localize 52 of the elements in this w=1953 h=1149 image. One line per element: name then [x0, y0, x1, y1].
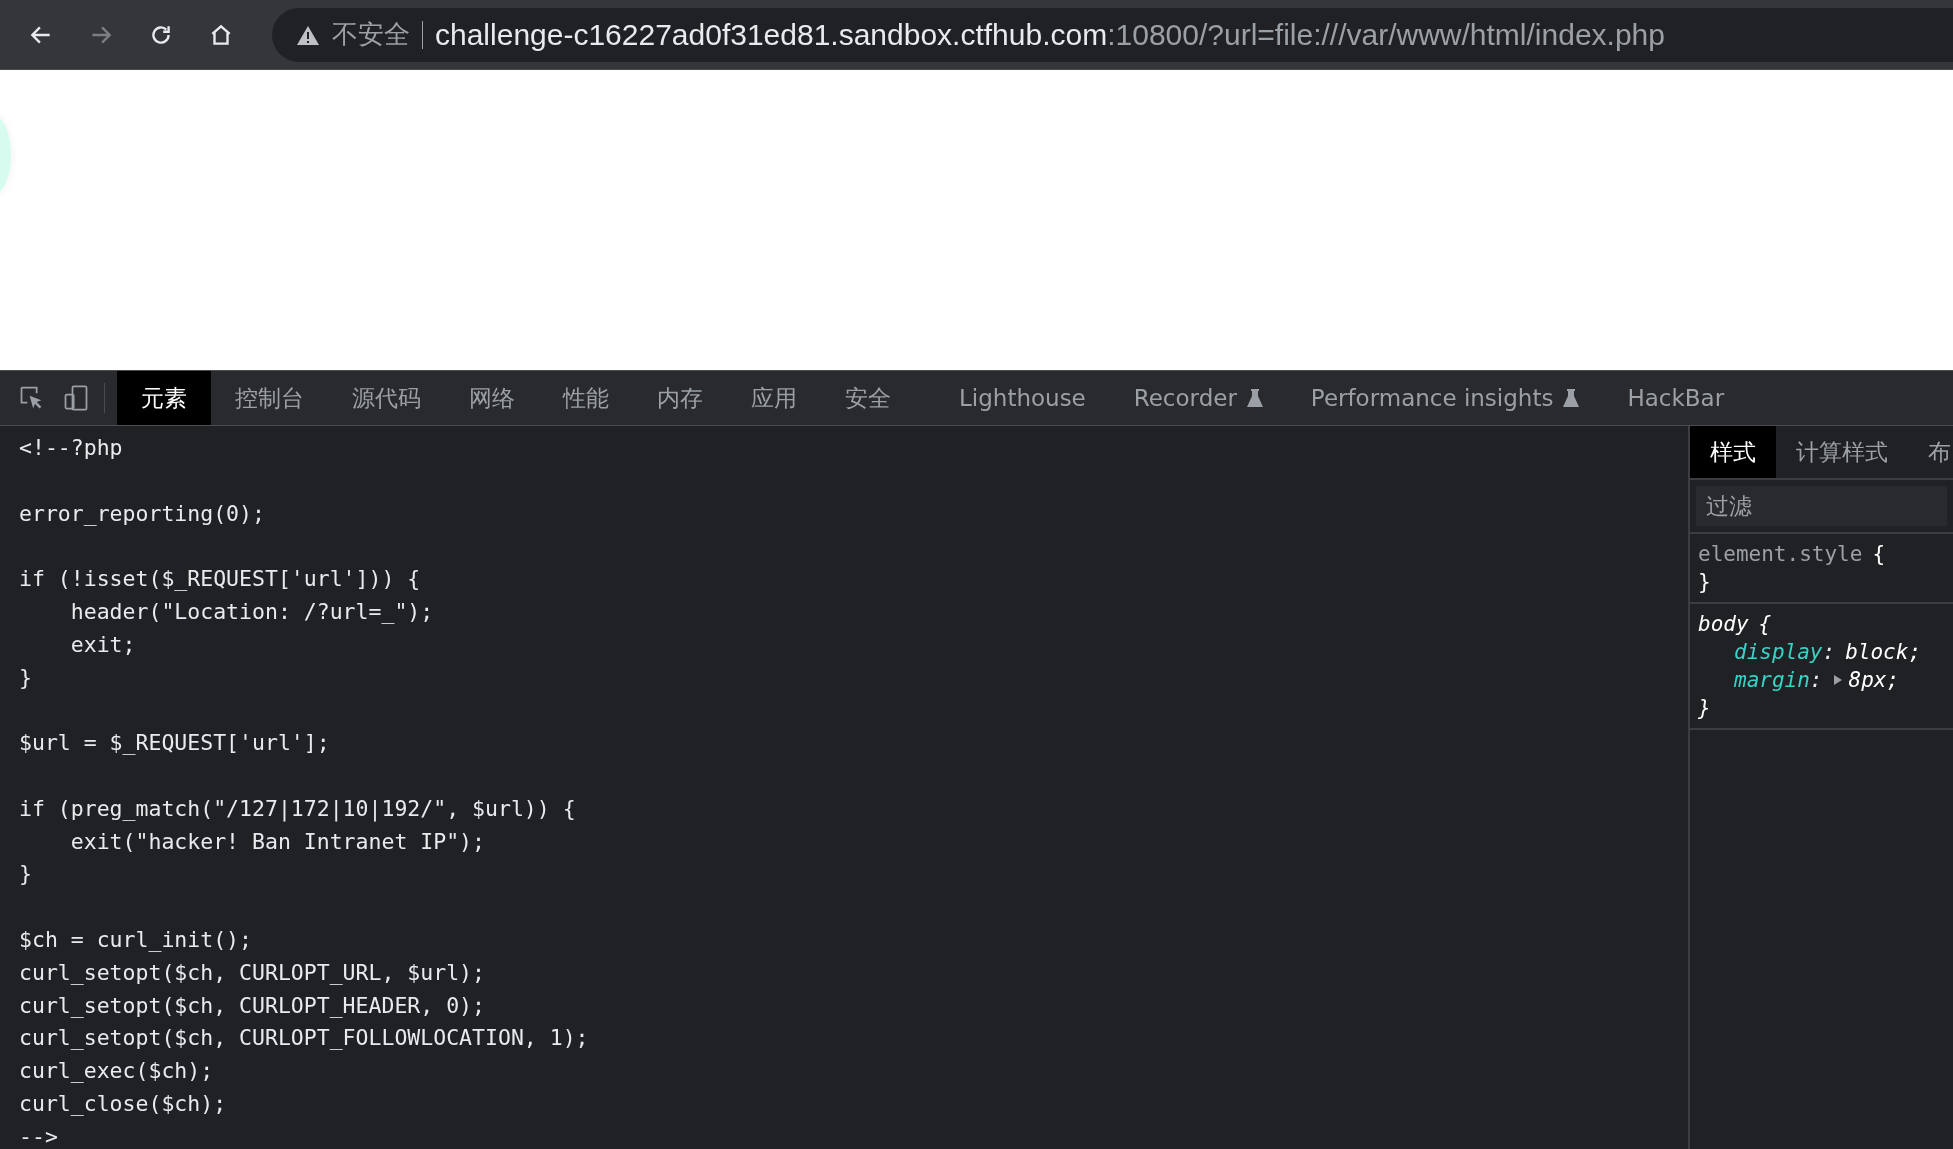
devtools-tab[interactable]: 源代码 — [328, 371, 445, 425]
close-brace: } — [1698, 695, 1711, 722]
code-line: error_reporting(0); — [19, 499, 265, 528]
devtools-tab[interactable]: 安全 — [821, 371, 915, 425]
code-line: --> — [19, 1122, 58, 1149]
security-label: 不安全 — [332, 18, 410, 51]
devtools-tab[interactable]: 控制台 — [211, 371, 328, 425]
close-brace: } — [1698, 569, 1711, 596]
devtools-tab[interactable]: Recorder — [1109, 371, 1287, 425]
code-line: exit("hacker! Ban Intranet IP"); — [69, 827, 485, 856]
filter-field[interactable]: 过滤 — [1696, 486, 1947, 526]
css-selector: body — [1698, 611, 1749, 638]
address-bar[interactable]: 不安全 challenge-c16227ad0f31ed81.sandbox.ctfhub.com:10800/?url=file:///var/www/html/index.php — [272, 7, 1953, 62]
code-line: } — [19, 860, 32, 889]
devtools-tab[interactable]: 性能 — [539, 371, 633, 425]
code-line: exit; — [69, 630, 136, 659]
colon: : — [1809, 667, 1823, 694]
code-line: <!--?php — [19, 434, 123, 462]
url-text: challenge-c16227ad0f31ed81.sandbox.ctfhub.com:10800/?url=file:///var/www/html/index.php — [435, 17, 1665, 52]
css-selector: element.style — [1698, 541, 1863, 568]
css-property-value: block; — [1845, 639, 1922, 666]
css-property-name: display — [1734, 639, 1823, 666]
code-line: if (preg_match("/127|172|10|192/", $url)) { — [19, 794, 576, 824]
devtools-tab[interactable]: 网络 — [445, 371, 539, 425]
code-line: curl_exec($ch); — [19, 1057, 214, 1086]
colon: : — [1822, 639, 1836, 666]
styles-tab[interactable]: 布 — [1908, 426, 1953, 478]
css-property-value: 8px; — [1848, 667, 1900, 694]
code-line: header("Location: /?url=_"); — [69, 598, 434, 626]
open-brace: { — [1872, 541, 1886, 568]
flask-icon — [1246, 388, 1263, 408]
code-line: if (!isset($_REQUEST['url'])) { — [19, 565, 421, 594]
devtools-tab[interactable]: 元素 — [117, 371, 211, 425]
code-line: curl_setopt($ch, CURLOPT_URL, $url); — [19, 958, 485, 987]
css-property-name: margin — [1734, 667, 1810, 694]
devtools-tab[interactable]: 应用 — [727, 371, 821, 425]
device-toggle-icon[interactable] — [62, 384, 90, 412]
code-line: $url = $_REQUEST['url']; — [19, 729, 330, 758]
code-line: curl_setopt($ch, CURLOPT_FOLLOWLOCATION, 1); — [19, 1024, 589, 1053]
code-line: $ch = curl_init(); — [19, 925, 252, 954]
open-brace: { — [1758, 611, 1772, 638]
styles-tab[interactable]: 样式 — [1690, 426, 1776, 478]
code-line: curl_close($ch); — [19, 1089, 227, 1118]
devtools-tab[interactable]: Lighthouse — [935, 371, 1110, 425]
devtools-tab[interactable]: Performance insights — [1286, 371, 1604, 425]
code-line: curl_setopt($ch, CURLOPT_HEADER, 0); — [19, 991, 485, 1020]
styles-tab[interactable]: 计算样式 — [1776, 426, 1908, 478]
flask-icon — [1563, 388, 1580, 408]
devtools-tab[interactable]: HackBar — [1603, 371, 1749, 425]
devtools-tab[interactable]: 内存 — [633, 371, 727, 425]
expand-triangle-icon[interactable] — [1832, 674, 1843, 686]
code-line: } — [19, 663, 32, 692]
